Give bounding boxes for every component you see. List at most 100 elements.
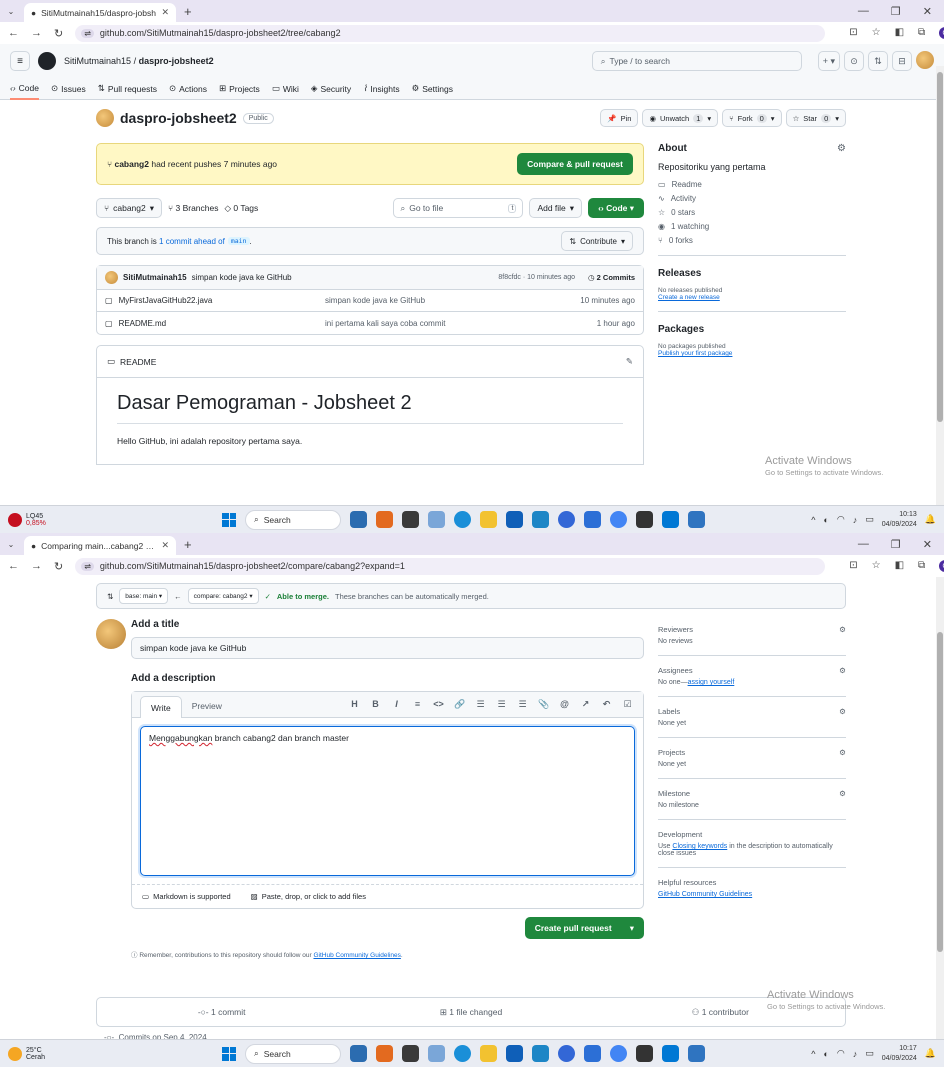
tab-write[interactable]: Write <box>140 696 182 718</box>
site-settings-icon[interactable]: ⇌ <box>81 28 94 38</box>
restore-icon[interactable]: ❐ <box>891 538 901 551</box>
app-icon[interactable] <box>428 511 445 528</box>
gear-icon[interactable]: ⚙ <box>839 707 846 716</box>
bullet-list-icon[interactable]: ☰ <box>496 699 507 710</box>
windows-start-icon[interactable] <box>222 1046 236 1061</box>
reviewers-label[interactable]: Reviewers <box>658 625 693 634</box>
bookmark-star-icon[interactable]: ☆ <box>872 27 881 39</box>
link-icon[interactable]: 🔗 <box>454 699 465 710</box>
stars-link[interactable]: ☆ 0 stars <box>658 208 846 217</box>
file-explorer-icon[interactable] <box>480 511 497 528</box>
code-button[interactable]: ‹› Code ▾ <box>588 198 644 218</box>
create-release-link[interactable]: Create a new release <box>658 294 846 301</box>
terminal-icon[interactable] <box>636 1045 653 1062</box>
unwatch-button[interactable]: ◉ Unwatch 1 ▾ <box>642 109 719 127</box>
user-avatar[interactable] <box>916 51 934 69</box>
ahead-link[interactable]: 1 commit ahead of <box>159 237 225 246</box>
pr-title-input[interactable]: simpan kode java ke GitHub <box>131 637 644 659</box>
app-icon[interactable] <box>402 511 419 528</box>
battery-icon[interactable]: ▭ <box>865 1048 874 1059</box>
close-tab-icon[interactable]: ✕ <box>161 7 169 18</box>
releases-title[interactable]: Releases <box>658 268 846 279</box>
issues-icon[interactable]: ⊙ <box>844 51 864 71</box>
heading-icon[interactable]: H <box>349 699 360 710</box>
extension-icon[interactable]: ◧ <box>895 560 904 572</box>
scrollbar-thumb[interactable] <box>937 632 943 952</box>
url-field[interactable]: ⇌ github.com/SitiMutmainah15/daspro-jobs… <box>75 557 826 575</box>
notification-bell-icon[interactable]: 🔔 <box>925 1048 936 1059</box>
helpful-guidelines-link[interactable]: GitHub Community Guidelines <box>658 891 752 898</box>
battery-icon[interactable]: ▭ <box>865 514 874 525</box>
app-icon[interactable] <box>506 511 523 528</box>
attach-files-button[interactable]: ▨ Paste, drop, or click to add files <box>251 892 366 901</box>
close-window-icon[interactable]: ✕ <box>923 538 932 551</box>
taskbar-search[interactable]: ⌕ Search <box>245 1043 341 1064</box>
reload-icon[interactable]: ↻ <box>54 27 63 40</box>
commit-meta[interactable]: 8f8cfdc · 10 minutes ago <box>498 274 575 281</box>
commits-summary[interactable]: -○- 1 commit <box>97 1007 346 1017</box>
attach-icon[interactable]: 📎 <box>538 699 549 710</box>
global-search-input[interactable]: ⌕ Type / to search <box>591 51 802 71</box>
projects-label[interactable]: Projects <box>658 748 685 757</box>
file-row[interactable]: ▢ README.md ini pertama kali saya coba co… <box>97 312 643 334</box>
mail-icon[interactable] <box>532 511 549 528</box>
bookmark-star-icon[interactable]: ☆ <box>872 560 881 572</box>
file-commit-message[interactable]: ini pertama kali saya coba commit <box>325 319 597 328</box>
tab-security[interactable]: ◈ Security <box>311 83 351 94</box>
task-list-icon[interactable]: ☰ <box>517 699 528 710</box>
app-icon[interactable] <box>688 511 705 528</box>
app-icon[interactable] <box>376 1045 393 1062</box>
base-branch-select[interactable]: base: main ▾ <box>119 588 169 604</box>
puzzle-icon[interactable]: ⧉ <box>918 560 925 572</box>
app-icon[interactable] <box>428 1045 445 1062</box>
tab-search-icon[interactable]: ⌄ <box>4 4 18 18</box>
closing-keywords-link[interactable]: Closing keywords <box>672 843 727 850</box>
stock-widget[interactable]: LQ45 0,85% <box>0 512 200 527</box>
base-branch-tag[interactable]: main <box>227 237 250 245</box>
taskbar-search[interactable]: ⌕ Search <box>245 509 341 530</box>
back-icon[interactable]: ← <box>8 27 19 39</box>
compare-pull-request-button[interactable]: Compare & pull request <box>517 153 633 175</box>
extension-icon[interactable]: ◧ <box>895 27 904 39</box>
publish-package-link[interactable]: Publish your first package <box>658 350 846 357</box>
readme-tab[interactable]: README <box>120 357 156 367</box>
wifi-icon[interactable]: ◠ <box>837 1048 845 1059</box>
github-logo-icon[interactable] <box>38 52 56 70</box>
chevron-down-icon[interactable]: ▾ <box>630 923 634 934</box>
tab-pull-requests[interactable]: ⇅ Pull requests <box>98 83 157 94</box>
tray-chevron-icon[interactable]: ^ <box>811 1049 815 1059</box>
install-icon[interactable]: ⊡ <box>849 27 857 39</box>
watching-link[interactable]: ◉ 1 watching <box>658 222 846 231</box>
mail-icon[interactable] <box>532 1045 549 1062</box>
saved-replies-icon[interactable]: ☑ <box>622 699 633 710</box>
numbered-list-icon[interactable]: ☰ <box>475 699 486 710</box>
tab-insights[interactable]: ⌇ Insights <box>363 83 399 94</box>
tab-projects[interactable]: ⊞ Projects <box>219 83 260 94</box>
new-tab-button[interactable]: + <box>184 4 192 19</box>
undo-icon[interactable]: ↶ <box>601 699 612 710</box>
tray-app-icon[interactable]: ◐ <box>823 1049 828 1059</box>
reference-icon[interactable]: ↗ <box>580 699 591 710</box>
create-new-button[interactable]: + ▾ <box>817 51 840 71</box>
owner-link[interactable]: SitiMutmainah15 <box>64 56 131 66</box>
branches-link[interactable]: ⑂ 3 Branches <box>168 203 218 213</box>
app-icon[interactable] <box>376 511 393 528</box>
volume-icon[interactable]: ♪ <box>853 515 858 525</box>
gear-icon[interactable]: ⚙ <box>837 143 846 154</box>
file-row[interactable]: ▢ MyFirstJavaGitHub22.java simpan kode ja… <box>97 290 643 312</box>
edit-pencil-icon[interactable]: ✎ <box>626 356 633 367</box>
gear-icon[interactable]: ⚙ <box>839 789 846 798</box>
new-tab-button[interactable]: + <box>184 537 192 552</box>
chrome-icon[interactable] <box>558 511 575 528</box>
page-scrollbar[interactable] <box>936 66 944 505</box>
activity-link[interactable]: ∿ Activity <box>658 194 846 203</box>
italic-icon[interactable]: I <box>391 699 402 710</box>
app-icon[interactable] <box>584 511 601 528</box>
assign-yourself-link[interactable]: assign yourself <box>688 679 735 686</box>
tab-issues[interactable]: ⊙ Issues <box>51 83 86 94</box>
file-name[interactable]: README.md <box>119 319 167 328</box>
windows-start-icon[interactable] <box>222 512 236 527</box>
commit-message[interactable]: simpan kode java ke GitHub <box>192 273 292 282</box>
tab-code[interactable]: ‹› Code <box>10 78 39 100</box>
go-to-file-input[interactable]: ⌕ Go to file t <box>393 198 524 218</box>
